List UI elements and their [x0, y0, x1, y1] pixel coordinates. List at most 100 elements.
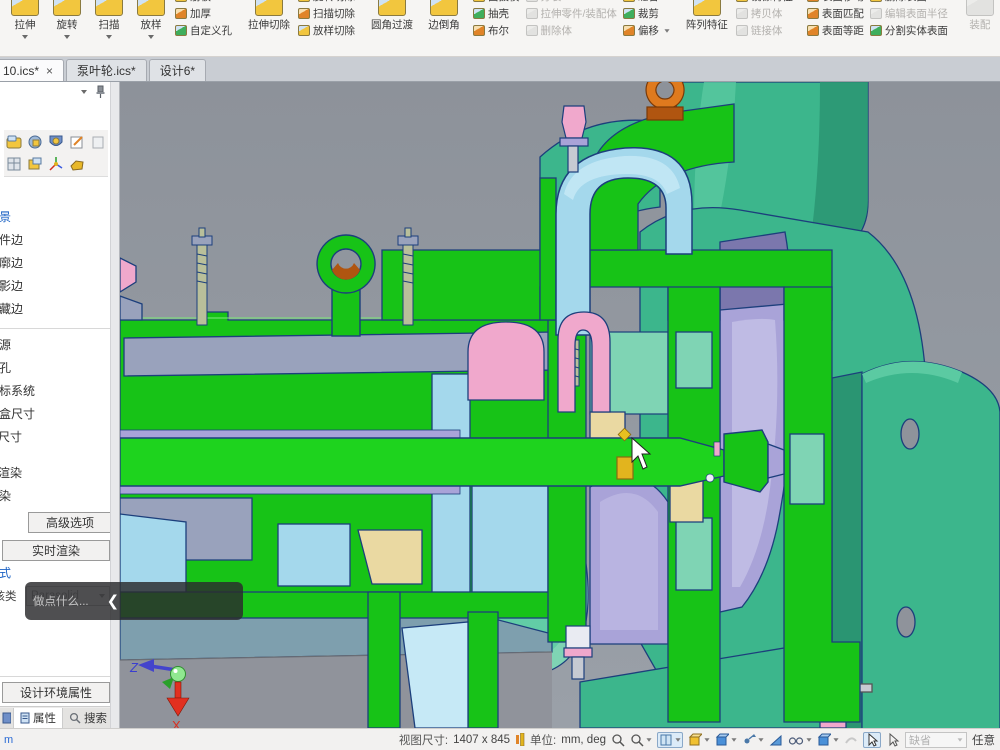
shell-button[interactable]: 抽壳: [470, 5, 523, 22]
offset-button[interactable]: 偏移: [620, 22, 673, 39]
realtime-render-button[interactable]: 实时渲染: [2, 540, 110, 561]
sew-icon: [623, 0, 635, 2]
list-item[interactable]: 视盒尺寸: [0, 403, 110, 426]
feature-box-icon[interactable]: [27, 156, 43, 172]
loft-button[interactable]: 放样: [130, 0, 172, 56]
sweep-cut-button[interactable]: 扫描切除: [295, 5, 358, 22]
fillet-button[interactable]: 圆角过渡: [366, 0, 418, 56]
split-solid-surface-button[interactable]: 分割实体表面: [867, 22, 951, 39]
axis-triad-icon[interactable]: [48, 156, 64, 172]
assemble-button[interactable]: 装配: [959, 0, 1000, 56]
display-cube-icon[interactable]: [817, 733, 839, 747]
panel-tab-clipped[interactable]: [0, 708, 14, 728]
part-gold-icon[interactable]: [69, 156, 85, 172]
chamfer-button[interactable]: 边倒角: [418, 0, 470, 56]
zoom-options-icon[interactable]: [630, 733, 652, 747]
snap-mode-select[interactable]: 缺省: [905, 732, 967, 748]
pattern-feature-button[interactable]: 阵列特征: [681, 0, 733, 56]
ribbon-group-cut: 拉伸切除 旋转切除 扫描切除 放样切除: [241, 0, 360, 56]
page-setup-icon[interactable]: [90, 134, 106, 150]
hex-bolt: [562, 106, 586, 138]
pump-shaft[interactable]: [120, 430, 784, 494]
fillet-icon: [378, 0, 406, 16]
parts-icon[interactable]: [27, 134, 43, 150]
wedge-view-icon[interactable]: [769, 733, 783, 747]
panel-collapse-icon[interactable]: [81, 90, 87, 94]
list-item[interactable]: 侧影边: [0, 275, 110, 298]
revolve-button[interactable]: 旋转: [46, 0, 88, 56]
extrude-part-button[interactable]: 拉伸零件/装配体: [523, 5, 620, 22]
list-item[interactable]: 模式: [0, 562, 11, 585]
mirror-feature-icon: [736, 0, 748, 2]
chevron-down-icon: [106, 35, 112, 39]
list-item[interactable]: 轮廓边: [0, 252, 110, 275]
3d-viewport[interactable]: Z X: [120, 82, 1000, 728]
main-area: 背景 零件边 轮廓边 侧影边 隐藏边 光源 网孔 坐标系统 视盒尺寸 视图尺寸 …: [0, 82, 1000, 728]
surface-offset-button[interactable]: 表面等距: [804, 22, 867, 39]
panel-bottom-tabs: 属性 搜索: [0, 706, 120, 728]
pin-icon[interactable]: [95, 85, 106, 98]
revolve-cut-icon: [298, 0, 310, 2]
extrude-button[interactable]: 拉伸: [4, 0, 46, 56]
panel-scrollbar[interactable]: [110, 82, 119, 728]
secondary-cursor-icon[interactable]: [886, 733, 900, 747]
loft-cut-button[interactable]: 放样切除: [295, 22, 358, 39]
zoom-in-icon[interactable]: [611, 733, 625, 747]
cad-application-window: 拉伸 旋转 扫描 放样 筋板 加厚 自定义孔 拉伸切除 旋转切除 扫描切除 放样…: [0, 0, 1000, 750]
ribbon-group-pattern: 阵列特征 镜像特征 拷贝体 链接体: [679, 0, 798, 56]
move-tool-icon[interactable]: [742, 733, 764, 747]
tree-icon: [2, 712, 11, 724]
trim-button[interactable]: 裁剪: [620, 5, 673, 22]
rib-icon: [175, 0, 187, 2]
render-style-icon[interactable]: [48, 134, 64, 150]
pattern-feature-icon: [693, 0, 721, 16]
close-icon[interactable]: ×: [46, 64, 53, 78]
pump-section-model: Z X: [120, 82, 1000, 728]
panel-tab-search[interactable]: 搜索: [63, 708, 114, 728]
copy-body-button[interactable]: 拷贝体: [733, 5, 796, 22]
list-item[interactable]: 零件边: [0, 229, 110, 252]
delete-body-button[interactable]: 删除体: [523, 22, 620, 39]
grid-icon[interactable]: [6, 156, 22, 172]
list-item[interactable]: 视图尺寸: [0, 426, 110, 449]
select-tool-icon[interactable]: [863, 732, 881, 748]
status-bar: m 视图尺寸: 1407 x 845 单位: mm, deg 缺省 任意: [0, 728, 1000, 750]
boolean-button[interactable]: 布尔: [470, 22, 523, 39]
display-options-list: 背景 零件边 轮廓边 侧影边 隐藏边: [0, 206, 110, 321]
edit-surface-radius-button[interactable]: 编辑表面半径: [867, 5, 951, 22]
ribbon-group-create: 拉伸 旋转 扫描 放样 筋板 加厚 自定义孔: [2, 0, 237, 56]
thicken-button[interactable]: 加厚: [172, 5, 235, 22]
list-item[interactable]: 背景: [0, 206, 110, 229]
view-mode-icon[interactable]: [657, 732, 683, 748]
design-env-properties-button[interactable]: 设计环境属性: [2, 682, 110, 703]
x-axis-label: X: [172, 718, 181, 728]
shell-icon: [473, 8, 485, 19]
shade-cube-icon[interactable]: [715, 733, 737, 747]
panel-tab-properties[interactable]: 属性: [14, 708, 63, 728]
list-item[interactable]: 坐标系统: [0, 380, 110, 403]
list-item[interactable]: 快速渲染: [0, 462, 110, 485]
extrude-cut-button[interactable]: 拉伸切除: [243, 0, 295, 56]
tab-document-current[interactable]: 10.ics* ×: [0, 59, 64, 81]
list-item[interactable]: 渲染: [0, 485, 110, 508]
tab-document-design6[interactable]: 设计6*: [149, 59, 206, 81]
z-axis-label: Z: [129, 660, 139, 675]
list-item[interactable]: 光源: [0, 334, 110, 357]
tab-document-impeller[interactable]: 泵叶轮.ics*: [66, 59, 147, 81]
perspective-glasses-icon[interactable]: [788, 733, 812, 747]
surface-match-button[interactable]: 表面匹配: [804, 5, 867, 22]
scene-icon[interactable]: [6, 134, 22, 150]
render-cube-icon[interactable]: [688, 733, 710, 747]
custom-hole-button[interactable]: 自定义孔: [172, 22, 235, 39]
extrude-icon: [11, 0, 39, 16]
advanced-options-button[interactable]: 高级选项: [28, 512, 112, 533]
edit-props-icon[interactable]: [69, 134, 85, 150]
divider: [0, 328, 110, 329]
ribbon-group-surface: 表面移动 表面匹配 表面等距 删除表面 编辑表面半径 分割实体表面: [802, 0, 953, 56]
draft-icon: [473, 0, 485, 2]
list-item[interactable]: 隐藏边: [0, 298, 110, 321]
link-body-button[interactable]: 链接体: [733, 22, 796, 39]
back-chevron-icon[interactable]: ❮: [107, 592, 120, 610]
sweep-button[interactable]: 扫描: [88, 0, 130, 56]
list-item[interactable]: 网孔: [0, 357, 110, 380]
